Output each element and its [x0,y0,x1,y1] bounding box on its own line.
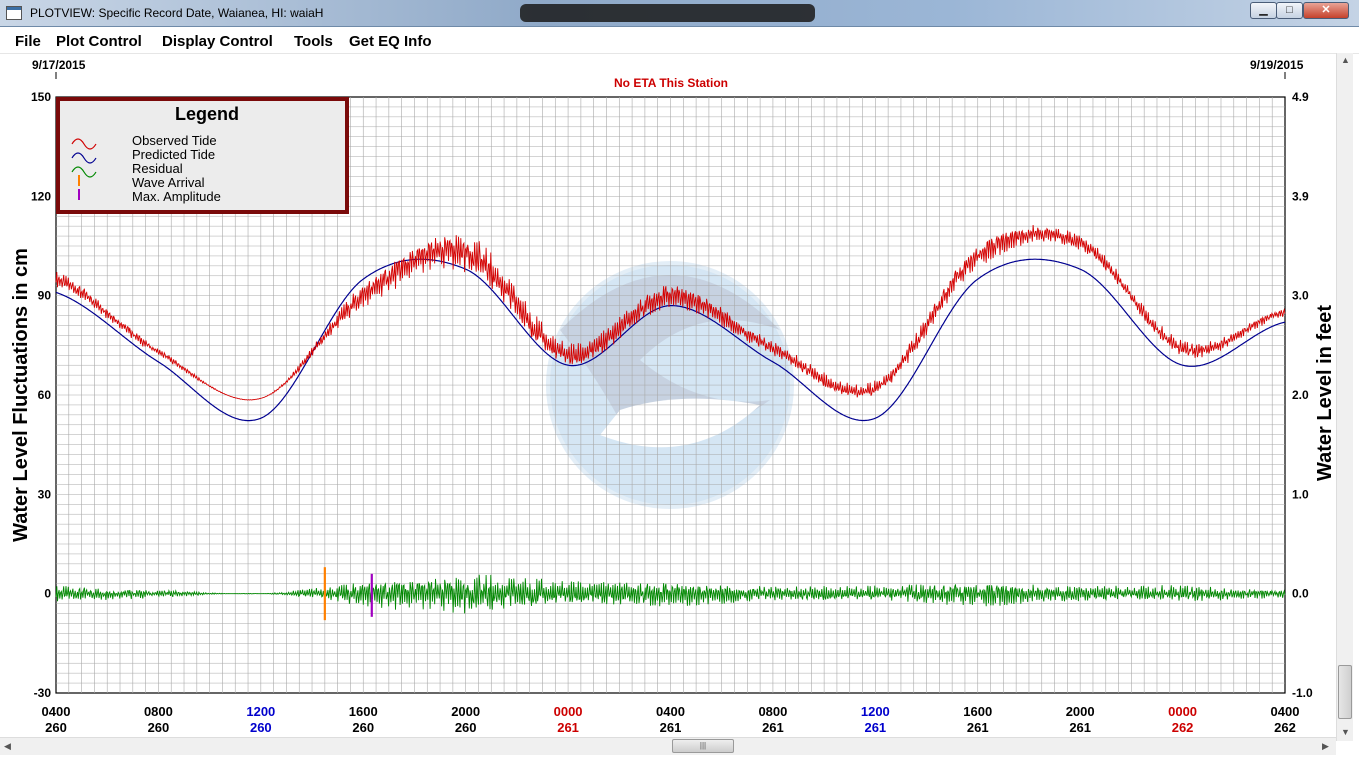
maximize-button[interactable]: □ [1276,2,1303,19]
app-icon [6,6,22,20]
time-tick-label: 1200 [246,704,275,719]
legend-title: Legend [175,104,239,124]
menu-get-eq-info[interactable]: Get EQ Info [349,33,432,50]
right-tick-label: 1.0 [1292,487,1309,501]
tide-plot[interactable]: 150 4.9 120 3.9 90 3.0 60 2.0 30 1.0 0 0.0 -30 -1.0 04… [0,53,1336,737]
time-tick-label: 0800 [758,704,787,719]
left-tick-label: 60 [38,388,52,402]
scroll-left-icon[interactable]: ◀ [4,741,11,752]
time-tick-label: 0400 [656,704,685,719]
horizontal-scrollbar[interactable]: ◀ ||| ▶ [0,737,1336,755]
day-tick-label: 262 [1274,720,1296,735]
left-tick-label: 90 [38,289,52,303]
vertical-scroll-thumb[interactable] [1338,665,1352,719]
time-tick-label: 1600 [963,704,992,719]
time-tick-label: 0800 [144,704,173,719]
title-redaction [520,4,815,22]
legend-residual-label: Residual [132,161,183,176]
time-tick-label: 0400 [42,704,71,719]
right-axis-title: Water Level in feet [1314,305,1336,481]
time-tick-label: 0400 [1271,704,1300,719]
day-tick-label: 260 [250,720,272,735]
minimize-button[interactable]: ▁ [1250,2,1277,19]
left-tick-label: 0 [44,587,51,601]
day-tick-label: 260 [45,720,67,735]
scroll-down-icon[interactable]: ▼ [1341,727,1350,737]
horizontal-scroll-thumb[interactable]: ||| [672,739,734,753]
legend-predicted-label: Predicted Tide [132,147,215,162]
legend-observed-label: Observed Tide [132,133,217,148]
close-button[interactable]: ✕ [1303,2,1349,19]
day-tick-label: 260 [148,720,170,735]
time-tick-label: 2000 [1066,704,1095,719]
day-tick-label: 262 [1172,720,1194,735]
date-end-label: 9/19/2015 [1250,58,1304,72]
menu-bar: File Plot Control Display Control Tools … [0,27,1359,54]
menu-file[interactable]: File [15,33,41,50]
right-tick-label: -1.0 [1292,686,1313,700]
time-tick-label: 2000 [451,704,480,719]
time-tick-label: 1200 [861,704,890,719]
right-tick-label: 3.0 [1292,289,1309,303]
scroll-up-icon[interactable]: ▲ [1341,55,1350,65]
day-tick-label: 261 [1069,720,1091,735]
day-tick-label: 261 [967,720,989,735]
day-tick-label: 260 [455,720,477,735]
eta-message: No ETA This Station [614,76,728,90]
scroll-right-icon[interactable]: ▶ [1322,741,1329,752]
right-tick-label: 3.9 [1292,189,1309,203]
legend-wave-arrival-label: Wave Arrival [132,175,205,190]
time-tick-label: 0000 [1168,704,1197,719]
vertical-scrollbar[interactable]: ▲ ▼ [1336,53,1353,741]
left-tick-label: 30 [38,487,52,501]
right-tick-label: 2.0 [1292,388,1309,402]
title-bar: PLOTVIEW: Specific Record Date, Waianea,… [0,0,1359,27]
legend-box: Legend Observed Tide Predicted Tide Resi… [56,97,349,214]
left-tick-label: 120 [31,189,51,203]
left-tick-label: 150 [31,90,51,104]
day-tick-label: 261 [660,720,682,735]
menu-display-control[interactable]: Display Control [162,33,273,50]
menu-plot-control[interactable]: Plot Control [56,33,142,50]
left-axis-title: Water Level Fluctuations in cm [10,248,32,542]
right-tick-label: 4.9 [1292,90,1309,104]
day-tick-label: 260 [352,720,374,735]
day-tick-label: 261 [762,720,784,735]
menu-tools[interactable]: Tools [294,33,333,50]
time-tick-label: 1600 [349,704,378,719]
time-tick-label: 0000 [554,704,583,719]
day-tick-label: 261 [864,720,886,735]
legend-max-amplitude-label: Max. Amplitude [132,189,221,204]
date-start-label: 9/17/2015 [32,58,86,72]
right-tick-label: 0.0 [1292,587,1309,601]
left-tick-label: -30 [34,686,52,700]
day-tick-label: 261 [557,720,579,735]
window-title: PLOTVIEW: Specific Record Date, Waianea,… [30,6,324,20]
